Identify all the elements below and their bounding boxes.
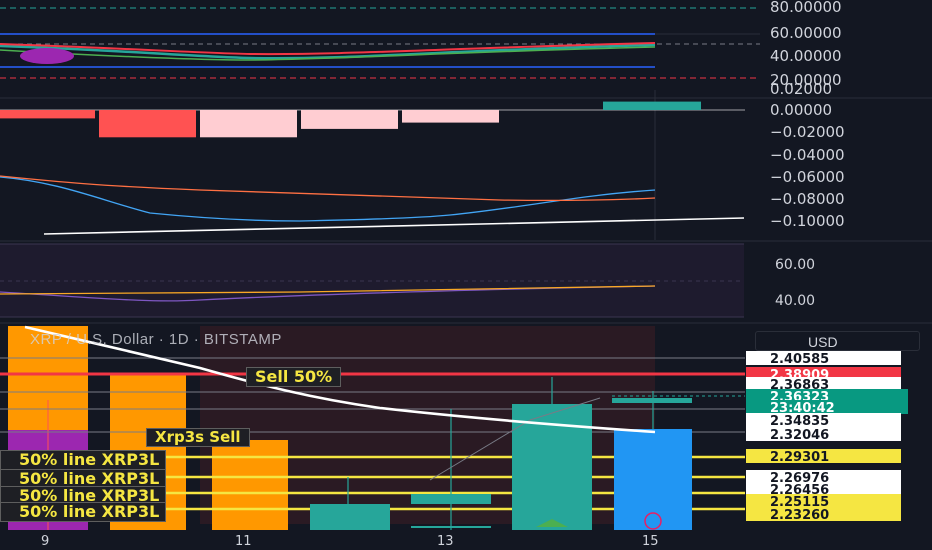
currency-button[interactable]: USD	[755, 331, 920, 351]
sell-50-label[interactable]: Sell 50%	[246, 367, 342, 387]
price-label[interactable]: 2.29301	[770, 450, 829, 465]
histogram-bar	[99, 110, 196, 138]
candle-body[interactable]	[614, 429, 692, 530]
hist-tick-label: 0.02000	[770, 80, 832, 98]
candle-body[interactable]	[411, 494, 491, 504]
hist-tick-label: −0.06000	[770, 168, 845, 186]
price-axis[interactable]: 2.405852.389092.368632.3632323:40:422.34…	[746, 351, 908, 523]
osc-tick-label: 60.00000	[770, 24, 842, 42]
x-tick-label: 15	[642, 534, 659, 549]
third-tick-label: 60.00	[775, 257, 815, 273]
hist-tick-label: 0.00000	[770, 101, 832, 119]
hist-tick-label: −0.04000	[770, 146, 845, 164]
xrp3s-sell-label[interactable]: Xrp3s Sell	[146, 428, 250, 447]
price-label[interactable]: 2.34835	[770, 414, 829, 429]
x-tick-label: 9	[41, 534, 49, 549]
osc-tick-label: 80.00000	[770, 0, 842, 16]
third-tick-label: 40.00	[775, 293, 815, 309]
current-price-marker	[612, 398, 692, 403]
price-label[interactable]: 2.23260	[770, 508, 829, 523]
hist-tick-label: −0.10000	[770, 212, 845, 230]
x-tick-label: 11	[235, 534, 252, 549]
histogram-bar	[0, 110, 95, 119]
signal-dot	[20, 48, 74, 64]
price-label[interactable]: 2.40585	[770, 352, 829, 367]
xrp3l-line-label[interactable]: 50% line XRP3L	[0, 502, 167, 522]
osc-tick-label: 40.00000	[770, 47, 842, 65]
histogram-bar	[402, 110, 499, 123]
x-tick-label: 13	[437, 534, 454, 549]
symbol-title[interactable]: XRP / U.S. Dollar · 1D · BITSTAMP	[30, 331, 282, 348]
histogram-bar	[200, 110, 297, 138]
xrp3l-line-label[interactable]: 50% line XRP3L	[0, 450, 167, 470]
price-label[interactable]: 2.32046	[770, 428, 829, 443]
histogram-bar	[301, 110, 398, 129]
hist-tick-label: −0.08000	[770, 190, 845, 208]
candle-body[interactable]	[310, 504, 390, 530]
volume-column	[212, 440, 288, 530]
histogram-bar	[603, 101, 701, 110]
hist-tick-label: −0.02000	[770, 123, 845, 141]
